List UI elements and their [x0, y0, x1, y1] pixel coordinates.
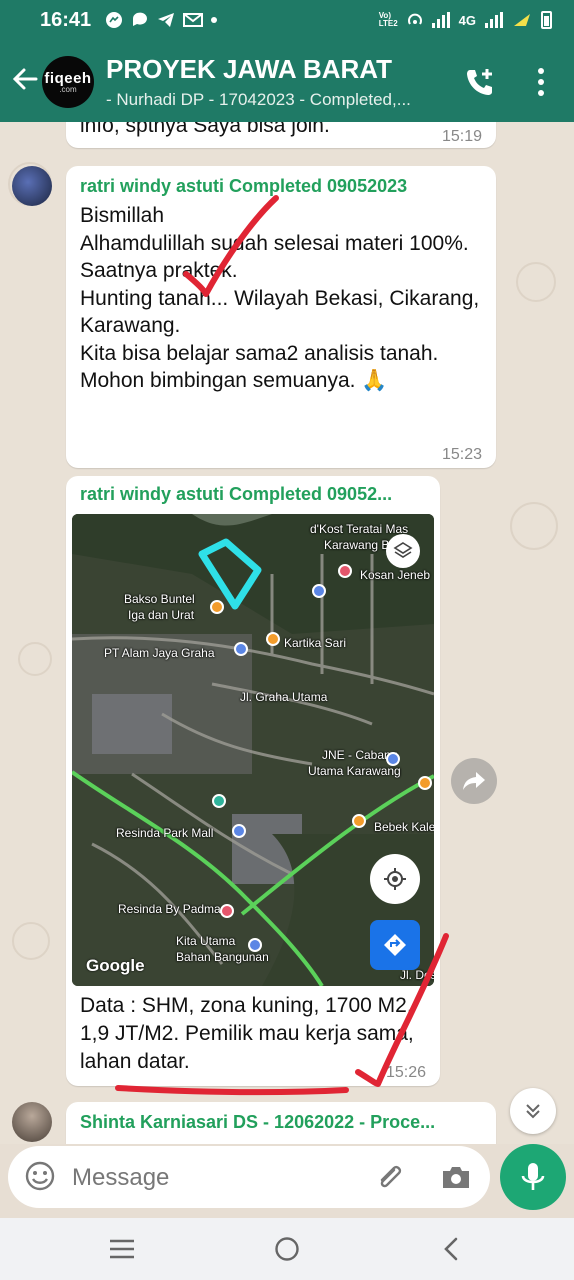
- back-arrow-icon[interactable]: [10, 64, 40, 94]
- wallpaper-doodle: [516, 262, 556, 302]
- volte-label: Vo) LTE2: [378, 11, 398, 28]
- map-pin-icon: [232, 824, 246, 838]
- map-pin-icon: [338, 564, 352, 578]
- map-label: Jl. Desa: [400, 968, 434, 982]
- back-icon[interactable]: [440, 1236, 464, 1262]
- double-chevron-down-icon: [526, 1104, 540, 1119]
- messenger-icon: [106, 12, 123, 28]
- sender-avatar[interactable]: [12, 1102, 52, 1142]
- clock: 16:41: [40, 8, 92, 31]
- map-label: Resinda Park Mall: [116, 826, 214, 840]
- map-label: Iga dan Urat: [128, 608, 195, 622]
- map-pin-icon: [220, 904, 234, 918]
- message-bubble[interactable]: ratri windy astuti Completed 09052023 Bi…: [66, 166, 496, 468]
- map-pin-icon: [234, 642, 248, 656]
- message-bubble[interactable]: info, sptnya Saya bisa join. 15:19: [66, 122, 496, 148]
- map-label: Bakso Buntel: [124, 592, 195, 606]
- map-label: Jl. Graha Utama: [240, 690, 328, 704]
- message-bubble[interactable]: Shinta Karniasari DS - 12062022 - Proce.…: [66, 1102, 496, 1144]
- sender-name[interactable]: Shinta Karniasari DS - 12062022 - Proce.…: [80, 1112, 484, 1133]
- telegram-icon: [158, 13, 175, 27]
- system-icons: Vo) LTE2 4G: [379, 11, 552, 29]
- chat-icon: [133, 12, 148, 26]
- map-layers-button[interactable]: [386, 534, 420, 568]
- forward-icon: [463, 772, 485, 790]
- message-text: Data : SHM, zona kuning, 1700 M2, 1,9 JT…: [80, 994, 420, 1073]
- map-label: PT Alam Jaya Graha: [104, 646, 215, 660]
- message-text: Bismillah Alhamdulillah sudah selesai ma…: [80, 204, 480, 392]
- scroll-to-bottom-button[interactable]: [510, 1088, 556, 1134]
- map-pin-icon: [418, 776, 432, 790]
- wallpaper-doodle: [18, 642, 52, 676]
- emoji-icon[interactable]: [24, 1160, 56, 1192]
- map-label: Kosan Jeneb: [360, 568, 431, 582]
- map-pin-icon: [266, 632, 280, 646]
- more-notifications-dot: [211, 17, 218, 23]
- sender-name[interactable]: ratri windy astuti Completed 09052...: [80, 484, 430, 505]
- message-input[interactable]: [70, 1156, 364, 1200]
- battery-icon: [541, 11, 552, 29]
- message-time: 15:26: [385, 1064, 426, 1081]
- map-label: Bebek Kale: [374, 820, 434, 834]
- avatar-logo-sub: .com: [59, 85, 77, 94]
- layers-icon: [393, 542, 413, 558]
- recents-icon[interactable]: [108, 1238, 136, 1260]
- system-navigation-bar: [0, 1218, 574, 1280]
- map-pin-icon: [212, 794, 226, 808]
- map-pin-icon: [248, 938, 262, 952]
- map-pin-icon: [210, 600, 224, 614]
- signal-icon: [431, 12, 450, 28]
- gmail-icon: [183, 13, 204, 27]
- my-location-button[interactable]: [370, 854, 420, 904]
- add-call-icon[interactable]: [464, 66, 496, 98]
- sender-name[interactable]: ratri windy astuti Completed 09052023: [80, 176, 484, 197]
- chat-area[interactable]: info, sptnya Saya bisa join. 15:19 ratri…: [0, 122, 574, 1144]
- data-saver-icon: [514, 14, 530, 26]
- message-time: 15:23: [441, 446, 482, 463]
- message-time: 15:19: [441, 128, 482, 145]
- map-label: Bahan Bangunan: [176, 950, 269, 964]
- directions-button[interactable]: [370, 920, 420, 970]
- group-avatar[interactable]: fiqeeh .com: [42, 56, 94, 108]
- group-title[interactable]: PROYEK JAWA BARAT: [106, 54, 392, 85]
- map-label: Kita Utama: [176, 934, 236, 948]
- camera-icon[interactable]: [440, 1162, 472, 1192]
- hotspot-icon: [407, 13, 422, 25]
- wallpaper-doodle: [12, 922, 50, 960]
- overflow-menu-icon[interactable]: [530, 66, 552, 98]
- notification-icons: [105, 11, 218, 29]
- map-label: Kartika Sari: [284, 636, 347, 650]
- map-label: Resinda By Padma: [118, 902, 221, 916]
- network-type: 4G: [458, 12, 476, 28]
- message-composer: [8, 1146, 490, 1208]
- forward-button[interactable]: [451, 758, 497, 804]
- group-members[interactable]: - Nurhadi DP - 17042023 - Completed,...: [106, 90, 446, 110]
- map-image[interactable]: d'Kost Teratai Mas Karawang Ba Kosan Jen…: [72, 514, 434, 986]
- wallpaper-doodle: [510, 502, 558, 550]
- crosshair-icon: [384, 868, 406, 890]
- map-label: Utama Karawang: [308, 764, 401, 778]
- map-pin-icon: [312, 584, 326, 598]
- map-pin-icon: [386, 752, 400, 766]
- message-bubble[interactable]: ratri windy astuti Completed 09052... d'…: [66, 476, 440, 1086]
- signal-icon-2: [485, 12, 503, 28]
- map-label: d'Kost Teratai Mas: [310, 522, 409, 536]
- map-pin-icon: [352, 814, 366, 828]
- microphone-icon: [521, 1163, 545, 1190]
- message-text: info, sptnya Saya bisa join.: [80, 122, 330, 137]
- voice-message-button[interactable]: [500, 1144, 566, 1210]
- map-brand-logo: Google: [86, 956, 145, 975]
- chat-header: fiqeeh .com PROYEK JAWA BARAT - Nurhadi …: [0, 40, 574, 122]
- attach-icon[interactable]: [374, 1162, 406, 1194]
- home-icon[interactable]: [274, 1236, 300, 1262]
- sender-avatar[interactable]: [12, 166, 52, 206]
- status-bar: 16:41 Vo) LTE2 4G: [0, 0, 574, 40]
- directions-icon: [384, 934, 406, 956]
